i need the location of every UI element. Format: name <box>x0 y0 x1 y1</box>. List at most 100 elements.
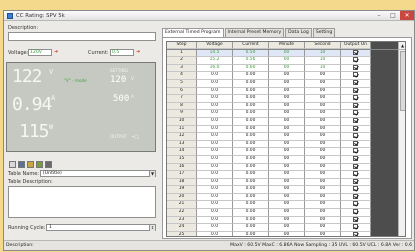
current-cell[interactable]: 0.00 <box>233 171 269 179</box>
current-cell[interactable]: 0.00 <box>233 201 269 210</box>
voltage-cell[interactable]: 0.0 <box>197 178 233 187</box>
voltage-cell[interactable]: 0.0 <box>197 125 233 134</box>
voltage-cell[interactable]: 0.0 <box>197 186 233 194</box>
running-cycle-spinner[interactable]: 1 ↕ <box>46 224 156 231</box>
current-cell[interactable]: 0.00 <box>233 117 269 126</box>
minute-cell[interactable]: 00 <box>269 178 305 187</box>
output-on-checkbox[interactable] <box>353 171 358 177</box>
output-on-checkbox[interactable] <box>353 87 358 93</box>
voltage-cell[interactable]: 14.5 <box>197 49 233 58</box>
current-set-arrow-icon[interactable]: ➜ <box>136 49 141 56</box>
save-icon[interactable] <box>18 161 25 168</box>
second-cell[interactable]: 00 <box>305 201 341 210</box>
description-input[interactable] <box>8 32 156 41</box>
voltage-cell[interactable]: 0.0 <box>197 224 233 232</box>
current-cell[interactable]: 0.00 <box>233 163 269 172</box>
current-cell[interactable]: 0.00 <box>233 72 269 80</box>
voltage-cell[interactable]: 0.0 <box>197 79 233 88</box>
scroll-up-icon[interactable]: ▲ <box>399 42 405 50</box>
output-on-checkbox[interactable] <box>353 72 358 78</box>
chevron-down-icon[interactable]: ▼ <box>149 171 155 177</box>
minute-cell[interactable]: 00 <box>269 224 305 232</box>
second-cell[interactable]: 00 <box>305 171 341 179</box>
output-on-checkbox[interactable] <box>353 209 358 215</box>
current-cell[interactable]: 0.56 <box>233 57 269 65</box>
voltage-cell[interactable]: 0.0 <box>197 117 233 126</box>
current-cell[interactable]: 0.00 <box>233 95 269 103</box>
open-folder-icon[interactable] <box>27 161 34 168</box>
table-scrollbar[interactable]: ▲ <box>398 42 405 236</box>
output-on-checkbox[interactable] <box>353 193 358 199</box>
current-cell[interactable]: 0.00 <box>233 148 269 156</box>
close-icon[interactable]: ✕ <box>400 11 414 20</box>
current-cell[interactable]: 0.60 <box>233 64 269 73</box>
output-on-checkbox[interactable] <box>353 216 358 222</box>
output-on-checkbox[interactable] <box>353 125 358 131</box>
output-on-checkbox[interactable] <box>353 155 358 161</box>
current-cell[interactable]: 0.00 <box>233 79 269 88</box>
voltage-cell[interactable]: 0.0 <box>197 209 233 217</box>
minute-cell[interactable]: 00 <box>269 72 305 80</box>
second-cell[interactable]: 10 <box>305 64 341 73</box>
current-cell[interactable]: 0.00 <box>233 209 269 217</box>
minute-cell[interactable]: 00 <box>269 140 305 149</box>
output-on-checkbox[interactable] <box>353 79 358 85</box>
second-cell[interactable]: 00 <box>305 79 341 88</box>
minute-cell[interactable]: 00 <box>269 148 305 156</box>
minute-cell[interactable]: 00 <box>269 231 305 236</box>
tab-internal-preset-memory[interactable]: Internal Preset Memory <box>224 28 285 37</box>
export-icon[interactable] <box>36 161 43 168</box>
voltage-cell[interactable]: 0.0 <box>197 133 233 141</box>
voltage-cell[interactable]: 0.0 <box>197 163 233 172</box>
output-on-checkbox[interactable] <box>353 49 358 55</box>
voltage-cell[interactable]: 0.0 <box>197 102 233 111</box>
second-cell[interactable]: 00 <box>305 102 341 111</box>
output-on-checkbox[interactable] <box>353 64 358 70</box>
second-cell[interactable]: 00 <box>305 140 341 149</box>
current-cell[interactable]: 0.00 <box>233 186 269 194</box>
voltage-cell[interactable]: 0.0 <box>197 95 233 103</box>
output-on-checkbox[interactable] <box>353 224 358 230</box>
table-name-select[interactable]: (Untitle) ▼ <box>40 170 156 177</box>
minute-cell[interactable]: 00 <box>269 133 305 141</box>
output-on-checkbox[interactable] <box>353 201 358 207</box>
minute-cell[interactable]: 00 <box>269 49 305 58</box>
output-on-checkbox[interactable] <box>353 186 358 192</box>
current-cell[interactable]: 0.00 <box>233 140 269 149</box>
tab-data-log[interactable]: Data Log <box>285 28 312 37</box>
voltage-set-arrow-icon[interactable]: ➜ <box>54 49 59 56</box>
current-cell[interactable]: 0.00 <box>233 216 269 225</box>
second-cell[interactable]: 00 <box>305 155 341 164</box>
minimize-icon[interactable]: – <box>372 11 386 20</box>
current-cell[interactable]: 0.00 <box>233 125 269 134</box>
voltage-cell[interactable]: 0.0 <box>197 110 233 118</box>
output-on-checkbox[interactable] <box>353 110 358 116</box>
voltage-cell[interactable]: 16.0 <box>197 64 233 73</box>
voltage-cell[interactable]: 0.0 <box>197 87 233 96</box>
voltage-cell[interactable]: 0.0 <box>197 216 233 225</box>
minute-cell[interactable]: 00 <box>269 209 305 217</box>
output-on-checkbox[interactable] <box>353 102 358 108</box>
current-input[interactable]: 0.5 <box>110 49 134 56</box>
output-on-checkbox[interactable] <box>353 133 358 139</box>
voltage-cell[interactable]: 0.0 <box>197 231 233 236</box>
second-cell[interactable]: 00 <box>305 133 341 141</box>
output-on-checkbox[interactable] <box>353 148 358 154</box>
voltage-cell[interactable]: 0.0 <box>197 193 233 202</box>
tab-external-timed-program[interactable]: External Timed Program <box>162 28 224 37</box>
minute-cell[interactable]: 00 <box>269 125 305 134</box>
current-cell[interactable]: 0.00 <box>233 102 269 111</box>
print-icon[interactable] <box>45 161 52 168</box>
minute-cell[interactable]: 00 <box>269 193 305 202</box>
minute-cell[interactable]: 00 <box>269 110 305 118</box>
second-cell[interactable]: 00 <box>305 193 341 202</box>
second-cell[interactable]: 00 <box>305 216 341 225</box>
second-cell[interactable]: 10 <box>305 57 341 65</box>
minute-cell[interactable]: 00 <box>269 216 305 225</box>
minute-cell[interactable]: 00 <box>269 117 305 126</box>
voltage-cell[interactable]: 0.0 <box>197 155 233 164</box>
voltage-cell[interactable]: 0.0 <box>197 140 233 149</box>
minute-cell[interactable]: 00 <box>269 57 305 65</box>
voltage-cell[interactable]: 0.0 <box>197 72 233 80</box>
second-cell[interactable]: 00 <box>305 178 341 187</box>
